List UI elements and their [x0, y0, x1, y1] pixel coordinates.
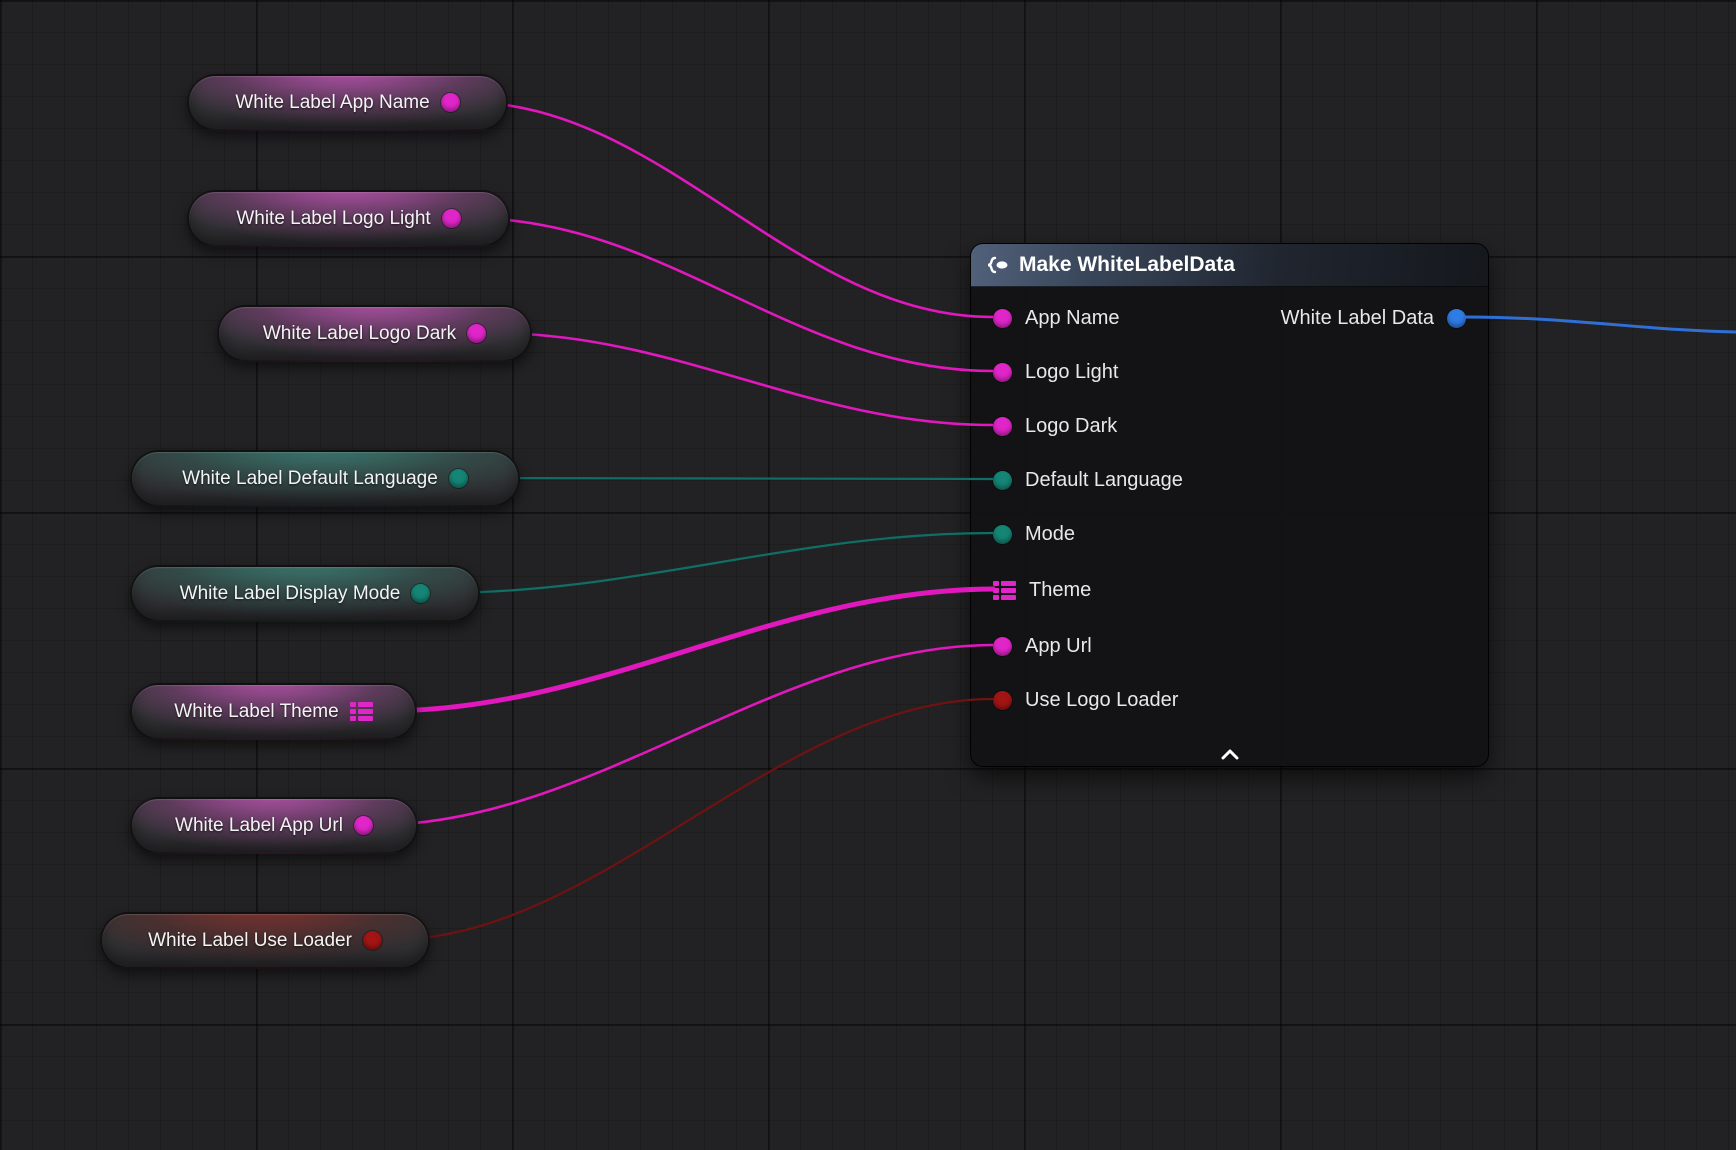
input-row-logo-light: Logo Light: [971, 345, 1118, 399]
getter-node-white-label-theme[interactable]: White Label Theme: [130, 683, 417, 740]
input-pin-label: Mode: [1025, 523, 1075, 546]
input-row-theme: Theme: [971, 563, 1091, 617]
getter-node-label: White Label Default Language: [182, 468, 438, 490]
white-label-default-language-output-pin[interactable]: [449, 469, 468, 488]
input-pin-logo-light[interactable]: [993, 363, 1012, 382]
getter-node-white-label-logo-dark[interactable]: White Label Logo Dark: [217, 305, 532, 362]
make-node-title: Make WhiteLabelData: [1019, 253, 1235, 277]
collapse-node-button[interactable]: [971, 749, 1488, 760]
wire-white-label-data-output[interactable]: [1465, 317, 1736, 332]
getter-node-label: White Label Logo Dark: [263, 323, 456, 345]
wire-default-language[interactable]: [480, 478, 993, 479]
make-whitelabeldata-node[interactable]: Make WhiteLabelData App Name Logo Light …: [970, 243, 1489, 767]
getter-node-white-label-logo-light[interactable]: White Label Logo Light: [187, 190, 510, 247]
input-row-use-logo-loader: Use Logo Loader: [971, 673, 1178, 727]
getter-node-label: White Label Display Mode: [180, 583, 401, 605]
output-pin-label: White Label Data: [1281, 307, 1434, 330]
input-row-default-language: Default Language: [971, 453, 1183, 507]
getter-node-white-label-app-name[interactable]: White Label App Name: [187, 74, 508, 131]
getter-node-label: White Label App Url: [175, 815, 343, 837]
white-label-app-name-output-pin[interactable]: [441, 93, 460, 112]
input-pin-label: Default Language: [1025, 469, 1183, 492]
wire-app-url[interactable]: [376, 645, 993, 825]
input-pin-label: Logo Dark: [1025, 415, 1117, 438]
make-node-header[interactable]: Make WhiteLabelData: [971, 244, 1488, 287]
input-row-app-name: App Name: [971, 291, 1120, 345]
input-pin-label: Use Logo Loader: [1025, 689, 1178, 712]
output-pin-white-label-data[interactable]: [1447, 309, 1466, 328]
input-row-app-url: App Url: [971, 619, 1092, 673]
getter-node-white-label-default-language[interactable]: White Label Default Language: [130, 450, 520, 507]
input-row-logo-dark: Logo Dark: [971, 399, 1117, 453]
input-pin-mode[interactable]: [993, 525, 1012, 544]
wire-app-name[interactable]: [465, 102, 993, 317]
wire-logo-dark[interactable]: [492, 333, 993, 425]
white-label-app-url-output-pin[interactable]: [354, 816, 373, 835]
input-pin-label: Logo Light: [1025, 361, 1118, 384]
white-label-theme-output-pin[interactable]: [350, 702, 373, 721]
wire-logo-light[interactable]: [468, 218, 993, 371]
white-label-display-mode-output-pin[interactable]: [411, 584, 430, 603]
getter-node-label: White Label App Name: [235, 92, 429, 114]
input-pin-app-url[interactable]: [993, 637, 1012, 656]
input-pin-app-name[interactable]: [993, 309, 1012, 328]
make-struct-icon: [985, 254, 1009, 276]
wire-display-mode[interactable]: [438, 533, 993, 593]
input-pin-label: App Name: [1025, 307, 1120, 330]
input-row-mode: Mode: [971, 507, 1075, 561]
input-pin-label: Theme: [1029, 579, 1091, 602]
getter-node-white-label-use-loader[interactable]: White Label Use Loader: [100, 912, 430, 969]
input-pin-default-language[interactable]: [993, 471, 1012, 490]
input-pin-logo-dark[interactable]: [993, 417, 1012, 436]
getter-node-white-label-display-mode[interactable]: White Label Display Mode: [130, 565, 480, 622]
getter-node-label: White Label Use Loader: [148, 930, 352, 952]
getter-node-white-label-app-url[interactable]: White Label App Url: [130, 797, 418, 854]
getter-node-label: White Label Theme: [174, 701, 338, 723]
white-label-logo-light-output-pin[interactable]: [442, 209, 461, 228]
input-pin-theme[interactable]: [993, 581, 1016, 600]
input-pin-label: App Url: [1025, 635, 1092, 658]
output-row-white-label-data: White Label Data: [1281, 291, 1488, 345]
getter-node-label: White Label Logo Light: [236, 208, 430, 230]
white-label-logo-dark-output-pin[interactable]: [467, 324, 486, 343]
chevron-up-icon: [1220, 749, 1240, 760]
input-pin-use-logo-loader[interactable]: [993, 691, 1012, 710]
wire-use-loader[interactable]: [389, 699, 993, 940]
white-label-use-loader-output-pin[interactable]: [363, 931, 382, 950]
blueprint-graph-canvas[interactable]: Make WhiteLabelData App Name Logo Light …: [0, 0, 1736, 1150]
